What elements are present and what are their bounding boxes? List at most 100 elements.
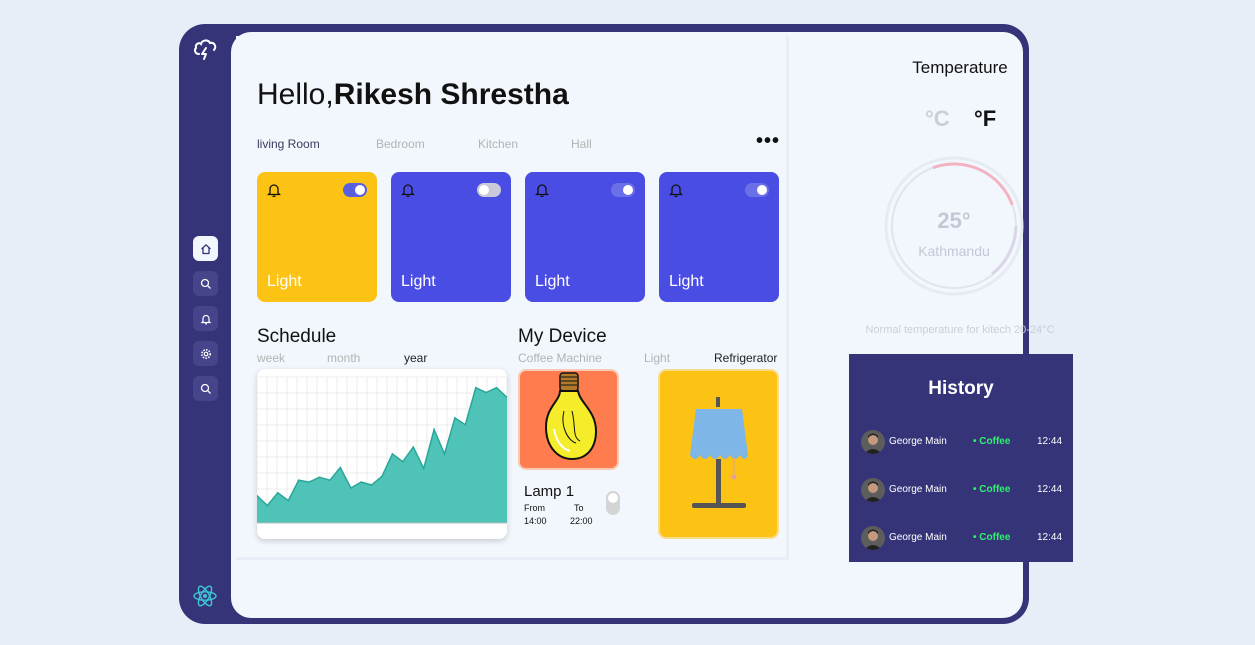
history-user: George Main bbox=[889, 436, 947, 447]
data-point bbox=[266, 504, 269, 507]
schedule-chart bbox=[257, 369, 507, 539]
lamp-name: Lamp 1 bbox=[524, 483, 575, 500]
device-toggle[interactable] bbox=[745, 183, 769, 197]
tab-coffee-machine[interactable]: Coffee Machine bbox=[518, 351, 602, 365]
avatar bbox=[861, 430, 885, 454]
device-card-light-4[interactable]: Light bbox=[659, 172, 779, 302]
bell-icon bbox=[267, 184, 281, 197]
history-row[interactable]: George Main Coffee 12:44 bbox=[861, 478, 1063, 502]
data-point bbox=[370, 484, 373, 486]
dashboard-content: Hello,Rikesh Shrestha living Room Bedroo… bbox=[236, 36, 789, 560]
react-icon[interactable] bbox=[192, 583, 218, 609]
history-item: Coffee bbox=[973, 532, 1010, 543]
device-label: Light bbox=[267, 273, 302, 290]
temperature-value: 25° bbox=[937, 208, 971, 233]
bell-icon bbox=[401, 184, 415, 197]
bell-icon bbox=[535, 184, 549, 197]
from-label: From bbox=[524, 503, 545, 513]
avatar bbox=[861, 526, 885, 550]
device-label: Light bbox=[669, 273, 704, 290]
tab-bedroom[interactable]: Bedroom bbox=[376, 137, 425, 151]
area-chart bbox=[257, 376, 507, 524]
nav-notifications-button[interactable] bbox=[193, 306, 218, 331]
history-row[interactable]: George Main Coffee 12:44 bbox=[861, 430, 1063, 454]
tab-year[interactable]: year bbox=[404, 351, 427, 365]
light-bulb-icon bbox=[544, 372, 598, 461]
device-toggle[interactable] bbox=[343, 183, 367, 197]
home-icon bbox=[200, 243, 211, 254]
to-label: To bbox=[574, 503, 584, 513]
data-point bbox=[277, 492, 279, 494]
data-point bbox=[464, 423, 467, 426]
temperature-city: Kathmandu bbox=[918, 243, 990, 259]
tab-light[interactable]: Light bbox=[644, 351, 670, 365]
nav-search-button-2[interactable] bbox=[193, 376, 218, 401]
lamp-device-tile[interactable] bbox=[518, 369, 619, 470]
to-time: 22:00 bbox=[570, 516, 593, 526]
tab-refrigerator[interactable]: Refrigerator bbox=[714, 351, 777, 365]
device-toggle[interactable] bbox=[611, 183, 635, 197]
device-card-light-3[interactable]: Light bbox=[525, 172, 645, 302]
tab-month[interactable]: month bbox=[327, 351, 360, 365]
data-point bbox=[495, 386, 498, 389]
data-point bbox=[454, 417, 456, 419]
lamp-power-switch[interactable] bbox=[606, 491, 620, 515]
device-toggle[interactable] bbox=[477, 183, 501, 197]
search-icon bbox=[200, 278, 211, 289]
data-point bbox=[360, 481, 362, 483]
app-frame: Hello,Rikesh Shrestha living Room Bedroo… bbox=[179, 24, 1073, 624]
user-name: Rikesh Shrestha bbox=[333, 78, 569, 111]
history-time: 12:44 bbox=[1037, 532, 1063, 543]
data-point bbox=[329, 479, 331, 481]
data-point bbox=[412, 446, 415, 448]
unit-fahrenheit-button[interactable]: °F bbox=[974, 106, 996, 132]
data-point bbox=[433, 428, 435, 431]
data-point bbox=[339, 466, 342, 469]
bell-icon bbox=[200, 314, 211, 324]
data-point bbox=[485, 391, 487, 394]
tab-week[interactable]: week bbox=[257, 351, 285, 365]
history-time: 12:44 bbox=[1037, 484, 1063, 495]
history-title: History bbox=[928, 378, 994, 399]
data-point bbox=[297, 479, 300, 481]
tab-living-room[interactable]: living Room bbox=[257, 137, 320, 151]
nav-search-button[interactable] bbox=[193, 271, 218, 296]
floor-lamp-device-tile[interactable] bbox=[658, 369, 779, 539]
data-point bbox=[318, 476, 321, 479]
nav-home-button[interactable] bbox=[193, 236, 218, 261]
floor-lamp-icon bbox=[690, 397, 748, 508]
data-point bbox=[308, 481, 310, 483]
schedule-title: Schedule bbox=[257, 326, 337, 347]
history-item: Coffee bbox=[973, 436, 1010, 447]
data-point bbox=[391, 453, 394, 455]
data-point bbox=[287, 499, 290, 502]
device-card-light-1[interactable]: Light bbox=[257, 172, 377, 302]
greeting-hello: Hello, bbox=[257, 78, 334, 111]
sidebar-nav bbox=[193, 236, 218, 401]
tab-hall[interactable]: Hall bbox=[571, 137, 592, 151]
avatar bbox=[861, 478, 885, 502]
from-time: 14:00 bbox=[524, 516, 547, 526]
history-item: Coffee bbox=[973, 484, 1010, 495]
history-user: George Main bbox=[889, 484, 947, 495]
cloud-bolt-icon[interactable] bbox=[192, 36, 218, 62]
more-options-button[interactable]: ••• bbox=[756, 130, 780, 153]
tab-kitchen[interactable]: Kitchen bbox=[478, 137, 518, 151]
temperature-note: Normal temperature for kitech 20-24°C bbox=[865, 324, 1055, 336]
temperature-title: Temperature bbox=[912, 58, 1008, 77]
nav-settings-button[interactable] bbox=[193, 341, 218, 366]
history-row[interactable]: George Main Coffee 12:44 bbox=[861, 526, 1063, 550]
history-time: 12:44 bbox=[1037, 436, 1063, 447]
device-label: Light bbox=[535, 273, 570, 290]
device-card-light-2[interactable]: Light bbox=[391, 172, 511, 302]
gear-icon bbox=[200, 348, 211, 359]
data-point bbox=[402, 460, 404, 463]
data-point bbox=[381, 475, 383, 478]
history-panel: History George Main Coffee 12:44 George … bbox=[849, 354, 1073, 562]
unit-celsius-button[interactable]: °C bbox=[925, 106, 950, 132]
data-point bbox=[350, 487, 352, 489]
device-label: Light bbox=[401, 273, 436, 290]
search-icon bbox=[200, 383, 211, 394]
main-panel: Hello,Rikesh Shrestha living Room Bedroo… bbox=[231, 32, 1073, 618]
greeting: Hello,Rikesh Shrestha bbox=[257, 78, 569, 112]
